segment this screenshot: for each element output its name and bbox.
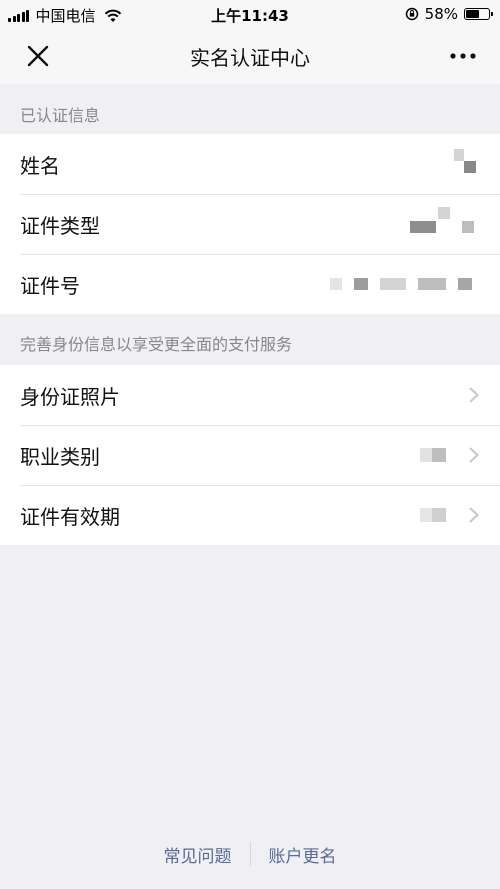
redacted-id-number-value — [330, 278, 472, 290]
battery-fill — [466, 10, 479, 18]
section-header-complete: 完善身份信息以享受更全面的支付服务 — [20, 335, 293, 354]
battery-percent: 58% — [424, 5, 458, 23]
rename-account-link[interactable]: 账户更名 — [269, 842, 337, 867]
row-label-id-type: 证件类型 — [20, 213, 100, 238]
row-label-occupation: 职业类别 — [20, 444, 100, 469]
footer-links: 常见问题 账户更名 — [0, 839, 500, 869]
row-occupation[interactable]: 职业类别 — [0, 425, 500, 485]
page-title: 实名认证中心 — [190, 45, 310, 70]
row-id-number: 证件号 — [0, 254, 500, 314]
status-bar: 中国电信 上午11:43 58% — [0, 0, 500, 28]
nav-bar: 实名认证中心 — [0, 28, 500, 84]
more-icon[interactable] — [448, 46, 478, 66]
row-validity[interactable]: 证件有效期 — [0, 485, 500, 545]
chevron-right-icon — [469, 447, 479, 463]
chevron-right-icon — [469, 387, 479, 403]
orientation-lock-icon — [405, 7, 418, 21]
redacted-name-value — [450, 149, 480, 179]
row-id-photo[interactable]: 身份证照片 — [0, 365, 500, 425]
battery-icon — [464, 8, 493, 20]
row-id-type: 证件类型 — [0, 194, 500, 254]
row-name: 姓名 — [0, 134, 500, 194]
row-label-validity: 证件有效期 — [20, 504, 120, 529]
row-label-name: 姓名 — [20, 153, 60, 178]
row-label-id-number: 证件号 — [20, 273, 80, 298]
status-right: 58% — [405, 5, 493, 23]
verified-info-group: 姓名 证件类型 证件号 — [0, 134, 500, 314]
faq-link[interactable]: 常见问题 — [164, 842, 232, 867]
row-label-id-photo: 身份证照片 — [20, 384, 120, 409]
redacted-validity-value — [420, 508, 446, 522]
complete-info-group: 身份证照片 职业类别 证件有效期 — [0, 365, 500, 545]
footer-divider — [249, 842, 251, 866]
redacted-occupation-value — [420, 448, 446, 462]
redacted-id-type-value — [410, 207, 480, 241]
chevron-right-icon — [469, 507, 479, 523]
close-icon[interactable] — [24, 42, 52, 70]
section-header-verified: 已认证信息 — [20, 106, 101, 125]
